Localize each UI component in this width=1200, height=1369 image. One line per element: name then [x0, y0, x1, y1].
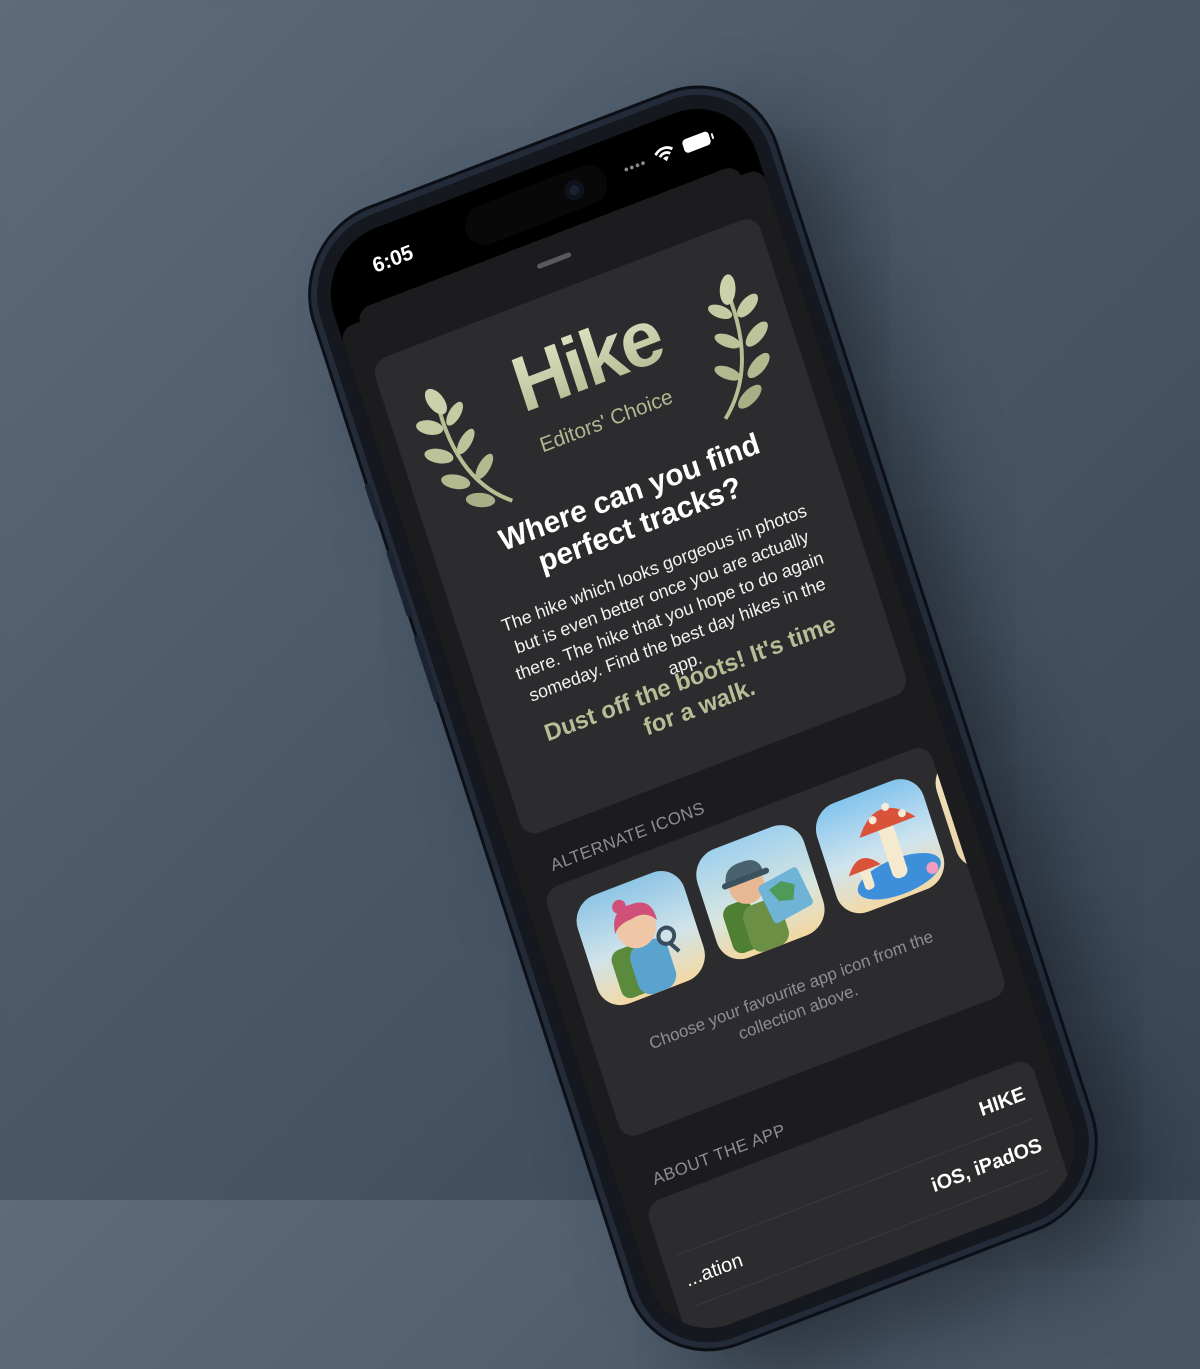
volume-down-button — [413, 634, 441, 704]
status-time: 6:05 — [369, 240, 417, 278]
status-icons: •••• — [621, 129, 712, 179]
sheet-grabber[interactable] — [536, 251, 572, 270]
action-button — [364, 482, 383, 523]
volume-up-button — [385, 549, 414, 618]
wifi-icon — [654, 146, 674, 162]
device-stage: 6:05 •••• Hike Editors' Choice Where can… — [296, 71, 1110, 1366]
signal-dots: •••• — [621, 153, 649, 178]
battery-icon — [681, 130, 712, 154]
phone-frame: 6:05 •••• Hike Editors' Choice Where can… — [296, 71, 1110, 1366]
mushroom-icon[interactable] — [809, 771, 951, 921]
hero-card: Hike Editors' Choice Where can you find … — [370, 214, 911, 839]
hiker-boy-map-icon[interactable] — [689, 817, 832, 967]
front-camera — [561, 177, 587, 204]
info-row-value: HIKE — [976, 1082, 1028, 1121]
info-row-label: ...ation — [682, 1248, 746, 1292]
editors-choice-sheet[interactable]: Hike Editors' Choice Where can you find … — [338, 167, 1093, 1348]
hiker-girl-icon[interactable] — [569, 863, 712, 1013]
screen: 6:05 •••• Hike Editors' Choice Where can… — [313, 89, 1093, 1348]
